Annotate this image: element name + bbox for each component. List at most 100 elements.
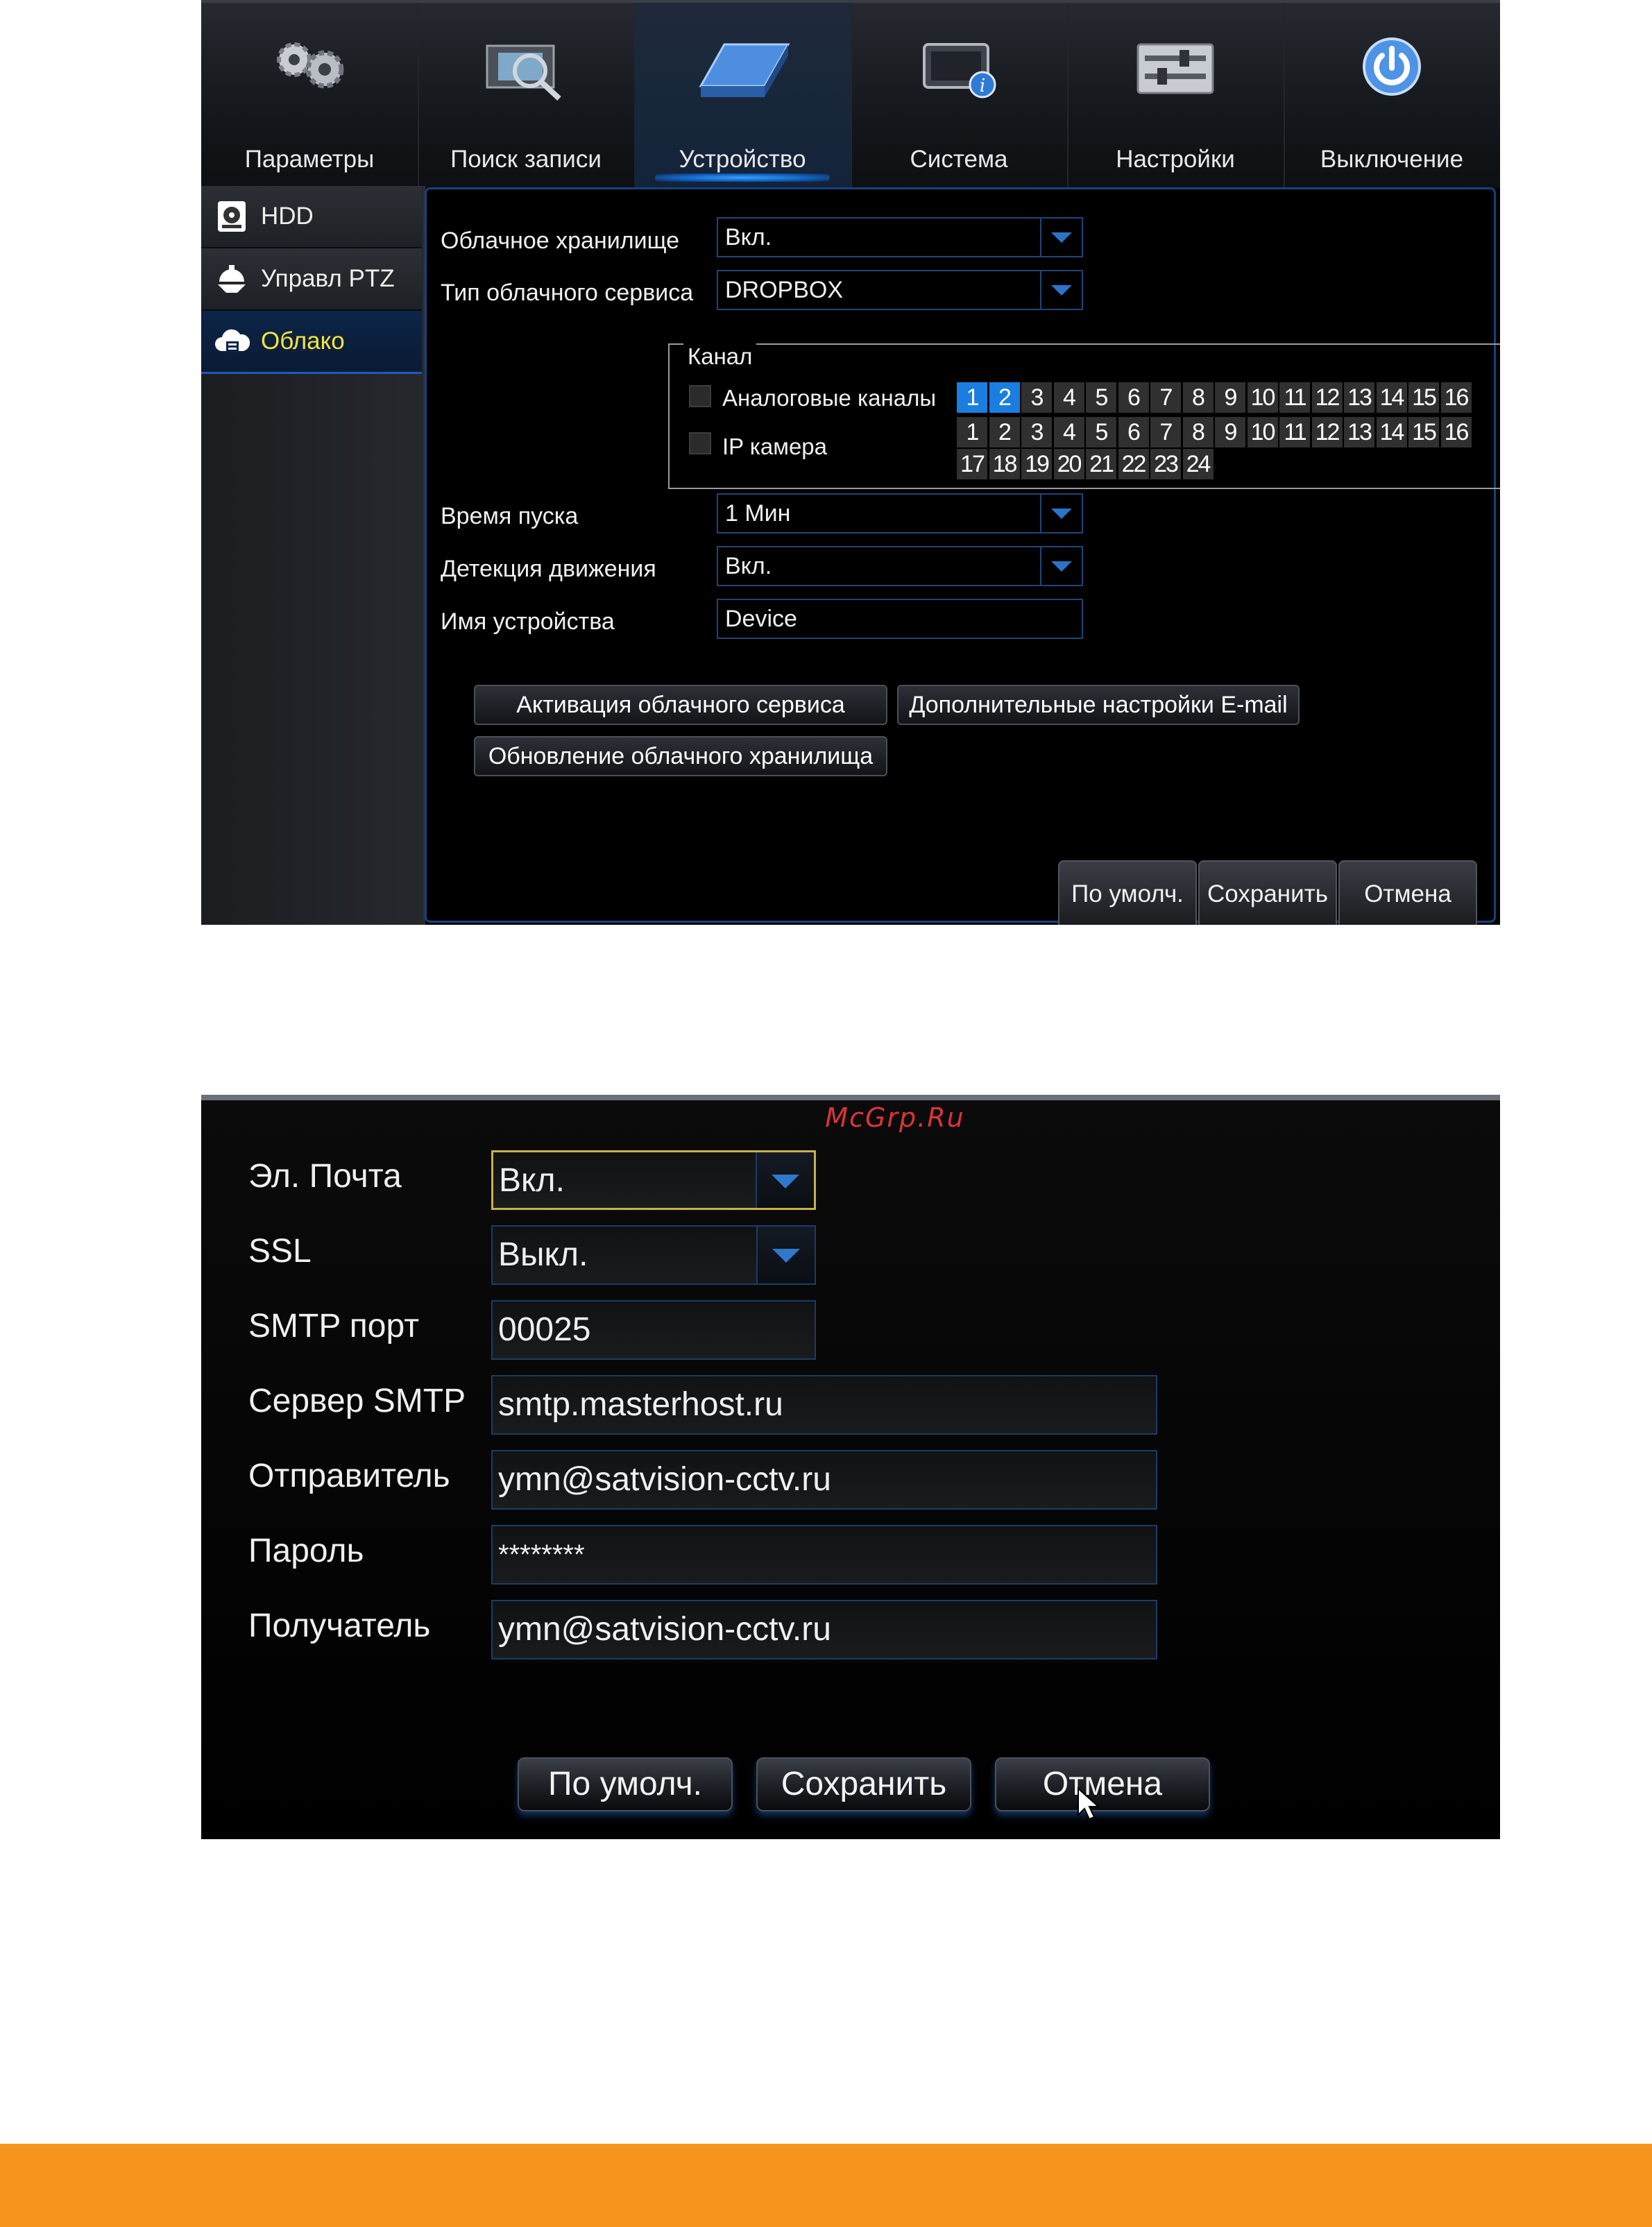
channel-number[interactable]: 15 [1408,417,1439,447]
sidebar-item-label: Облако [261,327,345,355]
gears-icon [277,42,344,89]
channel-number[interactable]: 8 [1182,417,1214,447]
channel-number[interactable]: 18 [989,449,1020,479]
recipient-label: Получатель [248,1607,431,1644]
channel-number[interactable]: 21 [1086,449,1116,479]
motion-detection-value: Вкл. [725,553,772,579]
channel-number[interactable]: 12 [1311,382,1343,413]
channel-number[interactable]: 12 [1311,417,1343,447]
footer-bar [0,2144,1652,2227]
channel-number[interactable]: 14 [1376,382,1407,413]
chevron-down-icon[interactable] [1040,219,1082,256]
tab-parameters[interactable]: Параметры [201,3,419,189]
sidebar-item-label: Управл PTZ [261,265,395,292]
tab-shutdown[interactable]: Выключение [1284,3,1500,189]
cloud-settings-panel: Облачное хранилище Вкл. Тип облачного се… [425,187,1500,925]
cloud-storage-label: Облачное хранилище [441,228,680,254]
default-button[interactable]: По умолч. [1058,860,1197,925]
channel-number[interactable]: 6 [1118,382,1149,413]
channel-number[interactable]: 5 [1086,382,1116,413]
email-select[interactable]: Вкл. [491,1150,816,1210]
chevron-down-icon[interactable] [1040,547,1082,585]
channel-number[interactable]: 5 [1086,417,1116,447]
email-settings-button[interactable]: Дополнительные настройки E-mail [897,685,1300,725]
channel-number[interactable]: 16 [1440,417,1472,447]
sidebar: HDD Управл PTZ Облако [201,186,425,925]
channel-number[interactable]: 6 [1118,417,1149,447]
channel-number[interactable]: 1 [957,382,987,413]
motion-detection-select[interactable]: Вкл. [717,546,1083,586]
channel-number[interactable]: 11 [1279,382,1310,413]
channel-number[interactable]: 8 [1182,382,1214,413]
cloud-storage-select[interactable]: Вкл. [717,217,1083,257]
activate-cloud-service-button[interactable]: Активация облачного сервиса [474,685,887,725]
recipient-input[interactable]: ymn@satvision-cctv.ru [491,1600,1157,1659]
save-button[interactable]: Сохранить [1198,860,1337,925]
channel-number[interactable]: 3 [1021,382,1052,413]
channel-number[interactable]: 9 [1215,382,1245,413]
channel-number[interactable]: 16 [1440,382,1472,413]
power-icon [1363,37,1421,96]
channel-number[interactable]: 3 [1021,417,1052,447]
channel-group: Канал Аналоговые каналы IP камера 123456… [668,343,1500,489]
ssl-select[interactable]: Выкл. [491,1225,816,1285]
channel-number[interactable]: 4 [1053,382,1084,413]
tab-record-search[interactable]: Поиск записи [418,3,636,189]
tab-system[interactable]: i Система [851,3,1068,189]
ssl-label: SSL [248,1233,312,1270]
cancel-button[interactable]: Отмена [995,1757,1210,1811]
update-cloud-storage-button[interactable]: Обновление облачного хранилища [474,736,887,776]
channel-number[interactable]: 2 [989,417,1020,447]
channel-number[interactable]: 7 [1150,417,1181,447]
sender-label: Отправитель [248,1458,450,1494]
channel-number[interactable]: 14 [1376,417,1407,447]
tab-label: Параметры [244,146,375,173]
channel-number[interactable]: 13 [1344,417,1374,447]
channel-number[interactable]: 2 [989,382,1020,413]
channel-number[interactable]: 9 [1215,417,1245,447]
channel-number[interactable]: 15 [1408,382,1439,413]
channel-number[interactable]: 13 [1344,382,1374,413]
watermark: McGrp.Ru [825,1102,965,1133]
channel-number[interactable]: 24 [1182,449,1214,479]
chevron-down-icon[interactable] [1040,495,1082,532]
sidebar-item-cloud[interactable]: Облако [201,311,422,374]
save-button[interactable]: Сохранить [756,1757,971,1811]
channel-number[interactable]: 22 [1118,449,1149,479]
channel-number[interactable]: 7 [1150,382,1181,413]
chevron-down-icon[interactable] [1040,271,1082,309]
sender-input[interactable]: ymn@satvision-cctv.ru [491,1450,1157,1510]
channel-number[interactable]: 17 [957,449,987,479]
channel-number[interactable]: 11 [1279,417,1310,447]
channel-number[interactable]: 1 [957,417,987,447]
analog-channels-checkbox[interactable] [689,385,711,407]
film-search-icon [486,44,561,101]
device-name-input[interactable]: Device [717,599,1083,639]
system-info-icon: i [923,43,996,99]
default-button[interactable]: По умолч. [518,1757,733,1811]
motion-detection-label: Детекция движения [441,556,656,582]
chevron-down-icon[interactable] [756,1152,814,1208]
sidebar-item-hdd[interactable]: HDD [201,186,422,248]
cancel-button[interactable]: Отмена [1338,860,1477,925]
sidebar-item-label: HDD [261,203,314,230]
cloud-service-type-select[interactable]: DROPBOX [717,270,1083,310]
tab-settings[interactable]: Настройки [1067,3,1285,189]
channel-number[interactable]: 20 [1053,449,1084,479]
tab-label: Настройки [1116,146,1235,173]
channel-number[interactable]: 19 [1021,449,1052,479]
smtp-server-input[interactable]: smtp.masterhost.ru [491,1375,1157,1435]
start-time-select[interactable]: 1 Мин [717,493,1083,534]
tab-label: Поиск записи [450,146,602,173]
channel-number[interactable]: 10 [1247,382,1278,413]
channel-number[interactable]: 4 [1053,417,1084,447]
tab-device[interactable]: Устройство [634,3,852,189]
chevron-down-icon[interactable] [756,1227,815,1283]
channel-number[interactable]: 23 [1150,449,1181,479]
channel-number[interactable]: 10 [1247,417,1278,447]
sidebar-item-ptz[interactable]: Управл PTZ [201,248,422,311]
smtp-port-input[interactable]: 00025 [491,1300,816,1360]
ip-camera-checkbox[interactable] [689,432,711,454]
channel-title: Канал [683,343,757,370]
password-input[interactable]: ******** [491,1525,1157,1585]
